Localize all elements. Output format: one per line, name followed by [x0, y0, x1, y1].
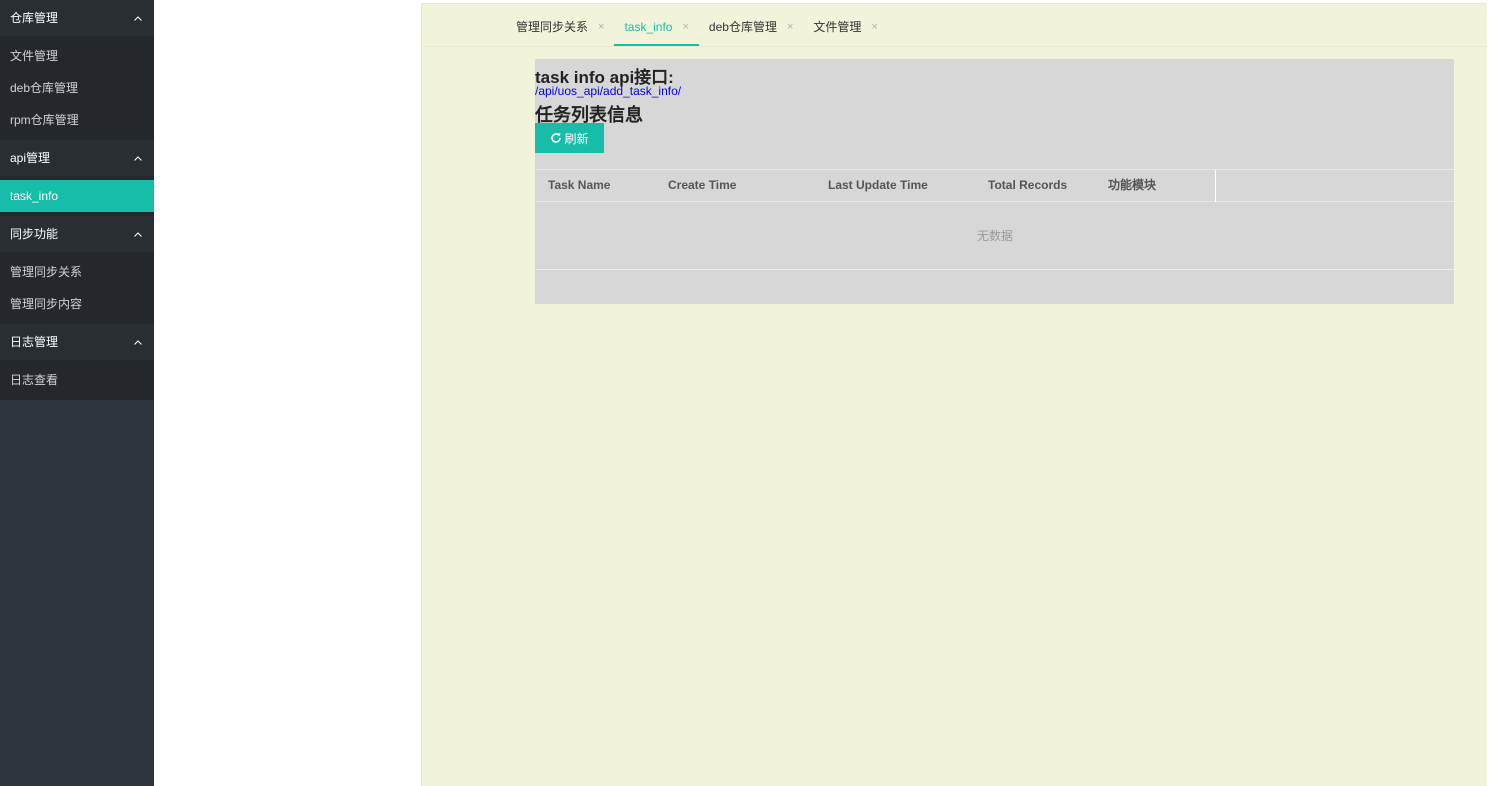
sidebar-item-task-info[interactable]: task_info: [0, 180, 154, 212]
column-header-create-time[interactable]: Create Time: [656, 170, 816, 201]
empty-state: 无数据: [536, 202, 1454, 270]
column-header-total-records[interactable]: Total Records: [976, 170, 1096, 201]
close-icon[interactable]: ×: [787, 0, 793, 52]
sidebar-group-body: 日志查看: [0, 360, 154, 400]
column-header-module[interactable]: 功能模块: [1096, 170, 1216, 201]
sidebar-group-body: 管理同步关系 管理同步内容: [0, 252, 154, 324]
task-table: Task Name Create Time Last Update Time T…: [536, 169, 1454, 270]
tab-bar: 管理同步关系 × task_info × deb仓库管理 × 文件管理 ×: [506, 4, 888, 46]
sidebar-group-title: 日志管理: [10, 335, 59, 349]
api-url: /api/uos_api/add_task_info/: [535, 84, 682, 98]
task-info-content: task info api接口: /api/uos_api/add_task_i…: [535, 59, 1454, 304]
sidebar-group-sync[interactable]: 同步功能: [0, 216, 154, 252]
chevron-up-icon: [134, 216, 142, 252]
sidebar-item-log-view[interactable]: 日志查看: [0, 364, 154, 396]
column-header-task-name[interactable]: Task Name: [536, 170, 656, 201]
close-icon[interactable]: ×: [682, 0, 688, 52]
tab-task-info[interactable]: task_info ×: [614, 4, 700, 46]
tab-file-manage[interactable]: 文件管理 ×: [803, 4, 887, 46]
sidebar-item-file-manage[interactable]: 文件管理: [0, 40, 154, 72]
refresh-button[interactable]: 刷新: [535, 123, 604, 153]
sidebar: 仓库管理 文件管理 deb仓库管理 rpm仓库管理 api管理 task_inf…: [0, 0, 154, 786]
sidebar-group-title: 仓库管理: [10, 11, 59, 25]
tab-label: 文件管理: [813, 20, 862, 34]
sidebar-group-body: task_info: [0, 176, 154, 216]
table-header: Task Name Create Time Last Update Time T…: [536, 169, 1454, 202]
sidebar-group-warehouse[interactable]: 仓库管理: [0, 0, 154, 36]
chevron-up-icon: [134, 0, 142, 36]
tab-bar-divider: [422, 46, 1487, 47]
main-panel: 管理同步关系 × task_info × deb仓库管理 × 文件管理 × ta…: [421, 3, 1487, 786]
sidebar-group-title: 同步功能: [10, 227, 59, 241]
sidebar-group-log[interactable]: 日志管理: [0, 324, 154, 360]
tab-sync-relation[interactable]: 管理同步关系 ×: [506, 4, 614, 46]
sidebar-item-rpm-repo[interactable]: rpm仓库管理: [0, 104, 154, 136]
sidebar-group-title: api管理: [10, 151, 51, 165]
tab-label: deb仓库管理: [708, 20, 777, 34]
sidebar-item-sync-content[interactable]: 管理同步内容: [0, 288, 154, 320]
sidebar-item-deb-repo[interactable]: deb仓库管理: [0, 72, 154, 104]
table-header-divider: [1215, 170, 1216, 202]
tab-deb-repo[interactable]: deb仓库管理 ×: [699, 4, 803, 46]
tab-label: 管理同步关系: [516, 20, 589, 34]
close-icon[interactable]: ×: [598, 0, 604, 52]
sidebar-item-sync-relation[interactable]: 管理同步关系: [0, 256, 154, 288]
column-header-last-update-time[interactable]: Last Update Time: [816, 170, 976, 201]
tab-label: task_info: [624, 20, 673, 34]
sidebar-group-api[interactable]: api管理: [0, 140, 154, 176]
refresh-icon: [551, 133, 562, 143]
refresh-label: 刷新: [564, 131, 589, 146]
chevron-up-icon: [134, 140, 142, 176]
close-icon[interactable]: ×: [871, 0, 877, 52]
sidebar-group-body: 文件管理 deb仓库管理 rpm仓库管理: [0, 36, 154, 140]
chevron-up-icon: [134, 324, 142, 360]
